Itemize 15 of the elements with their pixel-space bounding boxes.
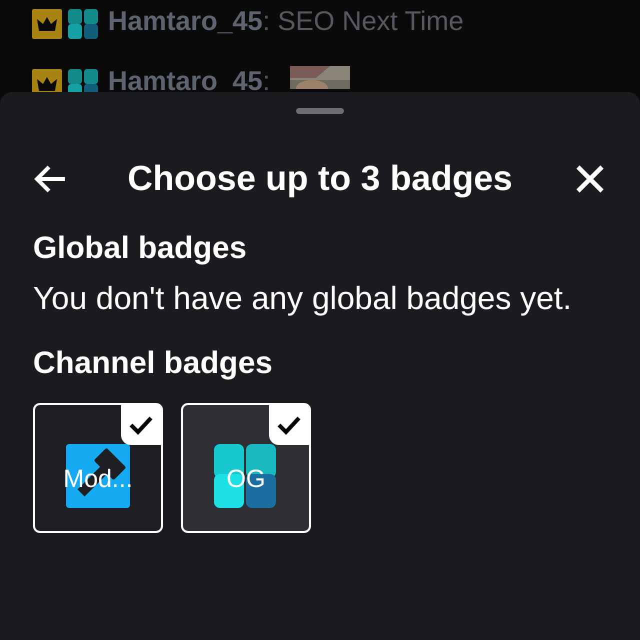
back-arrow-icon bbox=[33, 164, 67, 194]
chat-message: : bbox=[262, 66, 270, 97]
close-icon bbox=[574, 164, 605, 194]
chat-message: : SEO Next Time bbox=[262, 6, 464, 37]
chat-username[interactable]: Hamtaro_45 bbox=[108, 6, 263, 37]
badge-card[interactable]: OG bbox=[181, 403, 311, 534]
empty-message: You don't have any global badges yet. bbox=[33, 279, 573, 318]
sheet-title: Choose up to 3 badges bbox=[127, 159, 513, 199]
drag-handle[interactable] bbox=[296, 108, 344, 114]
og-logo-icon bbox=[214, 444, 278, 508]
badge-label: OG bbox=[226, 465, 266, 494]
section-heading: Global badges bbox=[33, 229, 248, 267]
og-logo-icon bbox=[68, 9, 98, 39]
crown-icon bbox=[32, 9, 62, 39]
section-heading: Channel badges bbox=[33, 344, 274, 382]
